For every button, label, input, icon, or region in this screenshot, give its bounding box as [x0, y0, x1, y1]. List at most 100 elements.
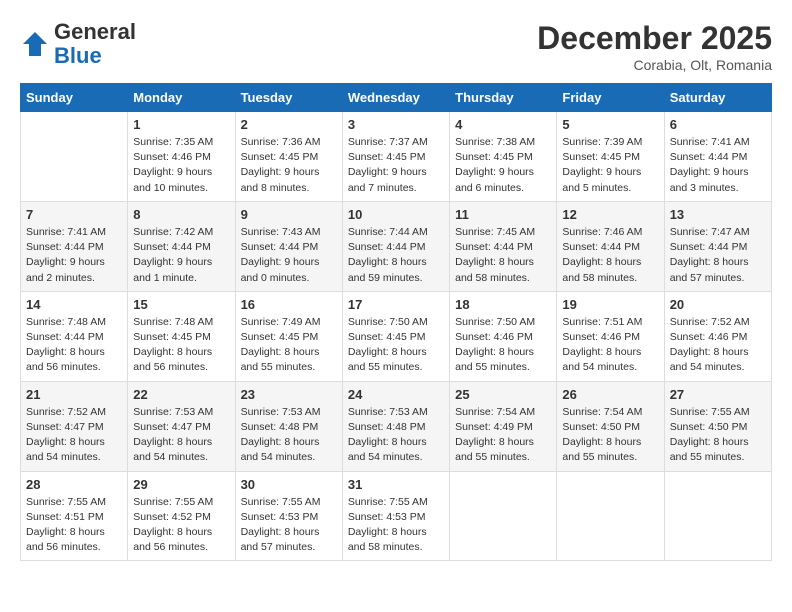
- day-info: Sunrise: 7:55 AM Sunset: 4:53 PM Dayligh…: [241, 495, 337, 556]
- col-header-wednesday: Wednesday: [342, 84, 449, 112]
- day-number: 22: [133, 387, 229, 402]
- day-number: 13: [670, 207, 766, 222]
- day-number: 27: [670, 387, 766, 402]
- day-info: Sunrise: 7:36 AM Sunset: 4:45 PM Dayligh…: [241, 135, 337, 196]
- calendar-cell: 6Sunrise: 7:41 AM Sunset: 4:44 PM Daylig…: [664, 112, 771, 202]
- week-row-2: 7 Sunrise: 7:41 AM Sunset: 4:44 PM Daylig…: [21, 201, 772, 291]
- day-number: 1: [133, 117, 229, 132]
- day-number: 23: [241, 387, 337, 402]
- day-info: Sunrise: 7:39 AM Sunset: 4:45 PM Dayligh…: [562, 135, 658, 196]
- day-number: 9: [241, 207, 337, 222]
- calendar-cell: 4 Sunrise: 7:38 AM Sunset: 4:45 PM Daylig…: [450, 112, 557, 202]
- calendar-cell: 21 Sunrise: 7:52 AM Sunset: 4:47 PM Dayli…: [21, 381, 128, 471]
- day-number: 10: [348, 207, 444, 222]
- day-number: 21: [26, 387, 122, 402]
- day-info: Sunrise: 7:54 AM Sunset: 4:49 PM Dayligh…: [455, 405, 551, 466]
- day-info: Sunrise: 7:48 AM Sunset: 4:45 PM Dayligh…: [133, 315, 229, 376]
- day-info: Sunrise: 7:53 AM Sunset: 4:48 PM Dayligh…: [348, 405, 444, 466]
- calendar-cell: 10Sunrise: 7:44 AM Sunset: 4:44 PM Dayli…: [342, 201, 449, 291]
- day-number: 3: [348, 117, 444, 132]
- calendar-cell: 22Sunrise: 7:53 AM Sunset: 4:47 PM Dayli…: [128, 381, 235, 471]
- day-info: Sunrise: 7:50 AM Sunset: 4:46 PM Dayligh…: [455, 315, 551, 376]
- day-info: Sunrise: 7:54 AM Sunset: 4:50 PM Dayligh…: [562, 405, 658, 466]
- day-info: Sunrise: 7:41 AM Sunset: 4:44 PM Dayligh…: [670, 135, 766, 196]
- day-number: 29: [133, 477, 229, 492]
- day-number: 12: [562, 207, 658, 222]
- calendar-cell: [21, 112, 128, 202]
- title-block: December 2025 Corabia, Olt, Romania: [537, 20, 772, 73]
- day-number: 14: [26, 297, 122, 312]
- month-title: December 2025: [537, 20, 772, 57]
- page-header: General Blue December 2025 Corabia, Olt,…: [20, 20, 772, 73]
- calendar-cell: 28 Sunrise: 7:55 AM Sunset: 4:51 PM Dayli…: [21, 471, 128, 561]
- calendar-cell: 19Sunrise: 7:51 AM Sunset: 4:46 PM Dayli…: [557, 291, 664, 381]
- day-number: 19: [562, 297, 658, 312]
- location: Corabia, Olt, Romania: [537, 57, 772, 73]
- col-header-monday: Monday: [128, 84, 235, 112]
- day-info: Sunrise: 7:35 AM Sunset: 4:46 PM Dayligh…: [133, 135, 229, 196]
- day-info: Sunrise: 7:50 AM Sunset: 4:45 PM Dayligh…: [348, 315, 444, 376]
- day-number: 11: [455, 207, 551, 222]
- calendar-cell: 16 Sunrise: 7:49 AM Sunset: 4:45 PM Dayli…: [235, 291, 342, 381]
- day-info: Sunrise: 7:49 AM Sunset: 4:45 PM Dayligh…: [241, 315, 337, 376]
- day-number: 4: [455, 117, 551, 132]
- calendar-cell: 1 Sunrise: 7:35 AM Sunset: 4:46 PM Daylig…: [128, 112, 235, 202]
- calendar-cell: 7 Sunrise: 7:41 AM Sunset: 4:44 PM Daylig…: [21, 201, 128, 291]
- calendar-cell: 14Sunrise: 7:48 AM Sunset: 4:44 PM Dayli…: [21, 291, 128, 381]
- day-info: Sunrise: 7:53 AM Sunset: 4:48 PM Dayligh…: [241, 405, 337, 466]
- calendar-table: SundayMondayTuesdayWednesdayThursdayFrid…: [20, 83, 772, 561]
- calendar-cell: [450, 471, 557, 561]
- calendar-cell: 5 Sunrise: 7:39 AM Sunset: 4:45 PM Daylig…: [557, 112, 664, 202]
- day-number: 28: [26, 477, 122, 492]
- calendar-cell: 15 Sunrise: 7:48 AM Sunset: 4:45 PM Dayli…: [128, 291, 235, 381]
- day-number: 20: [670, 297, 766, 312]
- calendar-cell: 17Sunrise: 7:50 AM Sunset: 4:45 PM Dayli…: [342, 291, 449, 381]
- day-number: 18: [455, 297, 551, 312]
- calendar-cell: 9Sunrise: 7:43 AM Sunset: 4:44 PM Daylig…: [235, 201, 342, 291]
- header-row: SundayMondayTuesdayWednesdayThursdayFrid…: [21, 84, 772, 112]
- day-info: Sunrise: 7:47 AM Sunset: 4:44 PM Dayligh…: [670, 225, 766, 286]
- day-info: Sunrise: 7:37 AM Sunset: 4:45 PM Dayligh…: [348, 135, 444, 196]
- col-header-sunday: Sunday: [21, 84, 128, 112]
- calendar-cell: 23 Sunrise: 7:53 AM Sunset: 4:48 PM Dayli…: [235, 381, 342, 471]
- day-info: Sunrise: 7:41 AM Sunset: 4:44 PM Dayligh…: [26, 225, 122, 286]
- week-row-4: 21 Sunrise: 7:52 AM Sunset: 4:47 PM Dayli…: [21, 381, 772, 471]
- calendar-cell: [664, 471, 771, 561]
- day-info: Sunrise: 7:42 AM Sunset: 4:44 PM Dayligh…: [133, 225, 229, 286]
- week-row-3: 14Sunrise: 7:48 AM Sunset: 4:44 PM Dayli…: [21, 291, 772, 381]
- day-number: 8: [133, 207, 229, 222]
- calendar-cell: 3 Sunrise: 7:37 AM Sunset: 4:45 PM Daylig…: [342, 112, 449, 202]
- calendar-cell: 31 Sunrise: 7:55 AM Sunset: 4:53 PM Dayli…: [342, 471, 449, 561]
- calendar-cell: 11 Sunrise: 7:45 AM Sunset: 4:44 PM Dayli…: [450, 201, 557, 291]
- day-info: Sunrise: 7:38 AM Sunset: 4:45 PM Dayligh…: [455, 135, 551, 196]
- day-number: 26: [562, 387, 658, 402]
- calendar-cell: 24Sunrise: 7:53 AM Sunset: 4:48 PM Dayli…: [342, 381, 449, 471]
- day-number: 31: [348, 477, 444, 492]
- col-header-thursday: Thursday: [450, 84, 557, 112]
- calendar-cell: 12 Sunrise: 7:46 AM Sunset: 4:44 PM Dayli…: [557, 201, 664, 291]
- day-number: 25: [455, 387, 551, 402]
- day-number: 2: [241, 117, 337, 132]
- calendar-cell: 26 Sunrise: 7:54 AM Sunset: 4:50 PM Dayli…: [557, 381, 664, 471]
- day-info: Sunrise: 7:46 AM Sunset: 4:44 PM Dayligh…: [562, 225, 658, 286]
- day-number: 15: [133, 297, 229, 312]
- calendar-cell: 25 Sunrise: 7:54 AM Sunset: 4:49 PM Dayli…: [450, 381, 557, 471]
- calendar-cell: [557, 471, 664, 561]
- day-info: Sunrise: 7:55 AM Sunset: 4:51 PM Dayligh…: [26, 495, 122, 556]
- day-number: 30: [241, 477, 337, 492]
- calendar-cell: 20Sunrise: 7:52 AM Sunset: 4:46 PM Dayli…: [664, 291, 771, 381]
- day-number: 5: [562, 117, 658, 132]
- day-info: Sunrise: 7:45 AM Sunset: 4:44 PM Dayligh…: [455, 225, 551, 286]
- day-info: Sunrise: 7:52 AM Sunset: 4:47 PM Dayligh…: [26, 405, 122, 466]
- col-header-tuesday: Tuesday: [235, 84, 342, 112]
- col-header-friday: Friday: [557, 84, 664, 112]
- calendar-cell: 8 Sunrise: 7:42 AM Sunset: 4:44 PM Daylig…: [128, 201, 235, 291]
- col-header-saturday: Saturday: [664, 84, 771, 112]
- day-number: 16: [241, 297, 337, 312]
- week-row-1: 1 Sunrise: 7:35 AM Sunset: 4:46 PM Daylig…: [21, 112, 772, 202]
- day-number: 7: [26, 207, 122, 222]
- calendar-cell: 27Sunrise: 7:55 AM Sunset: 4:50 PM Dayli…: [664, 381, 771, 471]
- calendar-cell: 29Sunrise: 7:55 AM Sunset: 4:52 PM Dayli…: [128, 471, 235, 561]
- day-info: Sunrise: 7:55 AM Sunset: 4:53 PM Dayligh…: [348, 495, 444, 556]
- calendar-cell: 30 Sunrise: 7:55 AM Sunset: 4:53 PM Dayli…: [235, 471, 342, 561]
